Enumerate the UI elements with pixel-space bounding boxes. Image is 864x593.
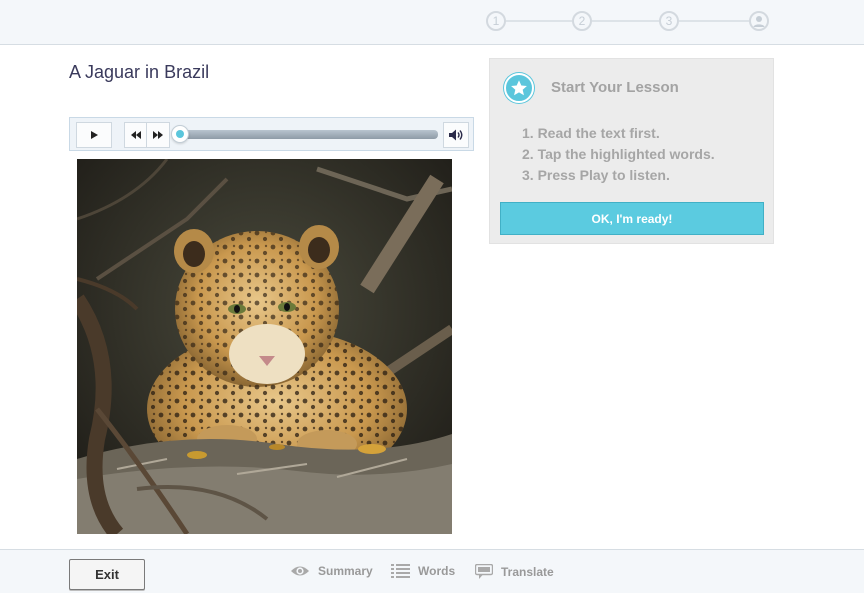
progress-connector (679, 20, 749, 22)
words-label: Words (418, 564, 456, 578)
audio-progress-handle[interactable] (171, 125, 189, 143)
instruction-list: 1. Read the text first. 2. Tap the highl… (522, 123, 715, 186)
fast-forward-icon (153, 131, 163, 139)
lesson-title: A Jaguar in Brazil (69, 62, 210, 82)
play-icon (91, 131, 98, 139)
words-button[interactable]: Words (391, 564, 455, 578)
progress-connector (592, 20, 659, 22)
panel-title: Start Your Lesson (551, 79, 679, 96)
summary-button[interactable]: Summary (290, 564, 373, 578)
translate-button[interactable]: Translate (475, 564, 554, 580)
volume-button[interactable] (443, 122, 469, 148)
bottom-toolbar: Exit Summary Words Translate (0, 549, 864, 593)
play-button[interactable] (76, 122, 112, 148)
instruction-item: 1. Read the text first. (522, 125, 660, 141)
exit-button[interactable]: Exit (69, 559, 145, 590)
rewind-icon (130, 131, 141, 139)
translate-icon (475, 564, 493, 580)
avatar-icon (753, 16, 765, 27)
star-badge (504, 73, 534, 103)
ready-button[interactable]: OK, I'm ready! (500, 202, 764, 235)
lesson-progress-bar: 1 2 3 (0, 0, 864, 45)
rewind-button[interactable] (124, 122, 146, 148)
star-icon (511, 80, 527, 96)
fast-forward-button[interactable] (146, 122, 170, 148)
start-lesson-panel: Start Your Lesson 1. Read the text first… (489, 58, 774, 244)
translate-label: Translate (501, 565, 554, 579)
jaguar-illustration (77, 159, 452, 534)
progress-step-3: 3 (659, 11, 679, 31)
instruction-item: 2. Tap the highlighted words. (522, 146, 715, 162)
instruction-item: 3. Press Play to listen. (522, 167, 670, 183)
progress-step-avatar (749, 11, 769, 31)
audio-player (69, 117, 474, 151)
volume-icon (449, 129, 463, 141)
progress-connector (505, 20, 572, 22)
progress-step-1: 1 (486, 11, 506, 31)
list-icon (391, 564, 410, 578)
audio-progress-track[interactable] (178, 130, 438, 139)
progress-step-2: 2 (572, 11, 592, 31)
jaguar-photo (77, 159, 452, 534)
eye-icon (290, 564, 310, 578)
summary-label: Summary (318, 564, 373, 578)
